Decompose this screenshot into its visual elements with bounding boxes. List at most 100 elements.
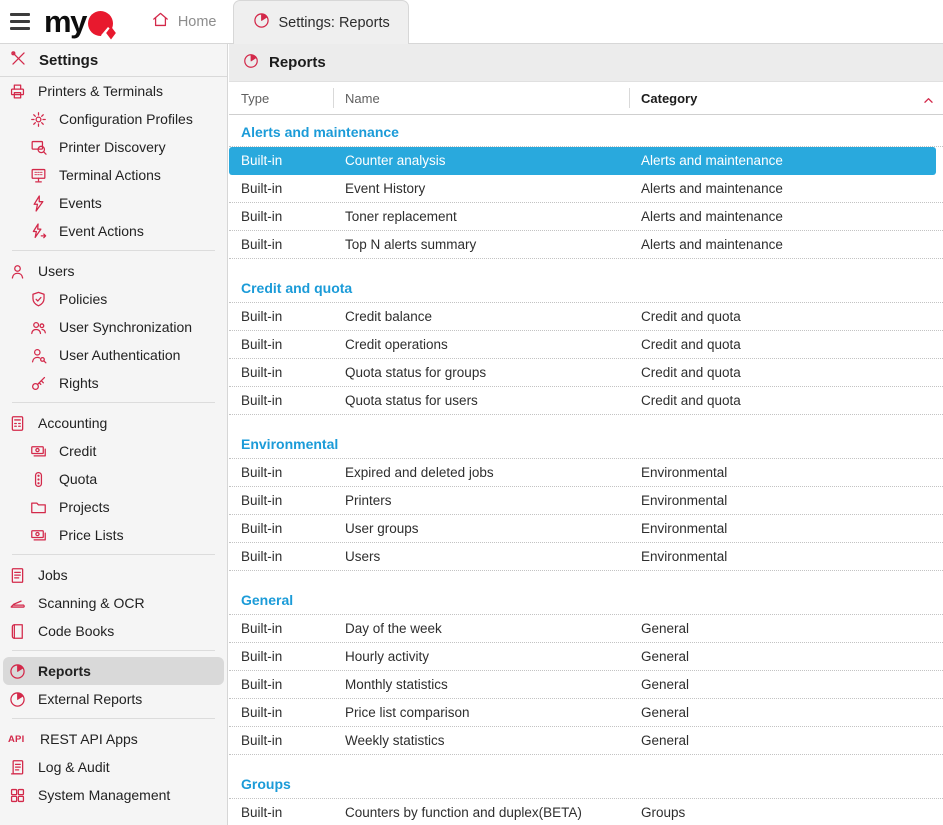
- table-row[interactable]: Built-inMonthly statisticsGeneral: [229, 671, 943, 699]
- sidebar-item-policies[interactable]: Policies: [0, 285, 227, 313]
- sidebar-item-label: Printer Discovery: [59, 139, 166, 155]
- table-row[interactable]: Built-inDay of the weekGeneral: [229, 615, 943, 643]
- column-header-category[interactable]: Category: [629, 82, 943, 114]
- sidebar-item-credit[interactable]: Credit: [0, 437, 227, 465]
- page-title: Reports: [269, 54, 326, 71]
- cell-category: General: [629, 649, 943, 664]
- sidebar-item-configuration-profiles[interactable]: Configuration Profiles: [0, 105, 227, 133]
- sidebar-item-rest-api-apps[interactable]: APIREST API Apps: [0, 725, 227, 753]
- sidebar-divider: [12, 650, 215, 651]
- table-row[interactable]: Built-inCounter analysisAlerts and maint…: [229, 147, 936, 175]
- banknotes-icon: [29, 442, 48, 461]
- sidebar-item-accounting[interactable]: Accounting: [0, 409, 227, 437]
- settings-sidebar: Settings Printers & Terminals Configurati…: [0, 44, 228, 825]
- cell-type: Built-in: [229, 237, 333, 252]
- tab-home[interactable]: Home: [135, 0, 233, 43]
- sidebar-item-terminal-actions[interactable]: Terminal Actions: [0, 161, 227, 189]
- cell-category: Credit and quota: [629, 365, 943, 380]
- report-group-credit-and-quota: Credit and quotaBuilt-inCredit balanceCr…: [229, 271, 943, 415]
- sidebar-item-printer-discovery[interactable]: Printer Discovery: [0, 133, 227, 161]
- cell-type: Built-in: [229, 181, 333, 196]
- sidebar-item-scanning-ocr[interactable]: Scanning & OCR: [0, 589, 227, 617]
- table-row[interactable]: Built-inUsersEnvironmental: [229, 543, 943, 571]
- tab-settings-reports-label: Settings: Reports: [279, 15, 390, 31]
- column-header-type[interactable]: Type: [229, 82, 333, 114]
- table-row[interactable]: Built-inQuota status for usersCredit and…: [229, 387, 943, 415]
- table-row[interactable]: Built-inCounters by function and duplex(…: [229, 799, 943, 825]
- cell-name: Hourly activity: [333, 649, 629, 664]
- group-header: Credit and quota: [229, 271, 943, 303]
- chevron-up-icon: [919, 91, 933, 105]
- api-icon: API: [8, 734, 29, 745]
- user-icon: [8, 262, 27, 281]
- sidebar-item-system-management[interactable]: System Management: [0, 781, 227, 809]
- menu-icon[interactable]: [0, 0, 40, 43]
- table-row[interactable]: Built-inCredit balanceCredit and quota: [229, 303, 943, 331]
- tools-icon: [9, 49, 28, 72]
- column-header-category-label: Category: [641, 91, 697, 106]
- sidebar-item-jobs[interactable]: Jobs: [0, 561, 227, 589]
- page-title-bar: Reports: [229, 44, 943, 82]
- cell-type: Built-in: [229, 309, 333, 324]
- table-row[interactable]: Built-inWeekly statisticsGeneral: [229, 727, 943, 755]
- cell-name: Weekly statistics: [333, 733, 629, 748]
- cell-category: General: [629, 677, 943, 692]
- sidebar-item-quota[interactable]: Quota: [0, 465, 227, 493]
- folder-icon: [29, 498, 48, 517]
- cell-category: Groups: [629, 805, 943, 820]
- report-group-general: GeneralBuilt-inDay of the weekGeneralBui…: [229, 583, 943, 755]
- table-header: Type Name Category: [229, 82, 943, 115]
- sidebar-item-label: Quota: [59, 471, 97, 487]
- cell-category: Credit and quota: [629, 393, 943, 408]
- document-icon: [8, 566, 27, 585]
- sidebar-item-price-lists[interactable]: Price Lists: [0, 521, 227, 549]
- traffic-light-icon: [29, 470, 48, 489]
- sidebar-item-reports[interactable]: Reports: [3, 657, 224, 685]
- sidebar-item-log-audit[interactable]: Log & Audit: [0, 753, 227, 781]
- sidebar-item-rights[interactable]: Rights: [0, 369, 227, 397]
- cell-name: Price list comparison: [333, 705, 629, 720]
- table-row[interactable]: Built-inPrintersEnvironmental: [229, 487, 943, 515]
- table-row[interactable]: Built-inUser groupsEnvironmental: [229, 515, 943, 543]
- table-row[interactable]: Built-inCredit operationsCredit and quot…: [229, 331, 943, 359]
- cell-type: Built-in: [229, 337, 333, 352]
- sidebar-title-label: Settings: [39, 52, 98, 69]
- cell-name: Quota status for users: [333, 393, 629, 408]
- banknotes-icon: [29, 526, 48, 545]
- tab-settings-reports[interactable]: Settings: Reports: [233, 0, 409, 44]
- sidebar-item-events[interactable]: Events: [0, 189, 227, 217]
- table-row[interactable]: Built-inEvent HistoryAlerts and maintena…: [229, 175, 943, 203]
- sidebar-item-printers-terminals[interactable]: Printers & Terminals: [0, 77, 227, 105]
- table-row[interactable]: Built-inExpired and deleted jobsEnvironm…: [229, 459, 943, 487]
- cell-name: Top N alerts summary: [333, 237, 629, 252]
- sidebar-item-projects[interactable]: Projects: [0, 493, 227, 521]
- cell-category: Alerts and maintenance: [629, 181, 943, 196]
- sidebar-item-event-actions[interactable]: Event Actions: [0, 217, 227, 245]
- table-row[interactable]: Built-inTop N alerts summaryAlerts and m…: [229, 231, 943, 259]
- sidebar-item-label: External Reports: [38, 691, 142, 707]
- shield-check-icon: [29, 290, 48, 309]
- sidebar-item-user-authentication[interactable]: User Authentication: [0, 341, 227, 369]
- table-row[interactable]: Built-inQuota status for groupsCredit an…: [229, 359, 943, 387]
- sidebar-item-users[interactable]: Users: [0, 257, 227, 285]
- sidebar-divider: [12, 718, 215, 719]
- sidebar-item-label: Credit: [59, 443, 96, 459]
- sidebar-item-label: Printers & Terminals: [38, 83, 163, 99]
- sidebar-item-code-books[interactable]: Code Books: [0, 617, 227, 645]
- lightning-icon: [29, 194, 48, 213]
- column-header-name[interactable]: Name: [333, 82, 629, 114]
- sidebar-item-external-reports[interactable]: External Reports: [0, 685, 227, 713]
- report-group-groups: GroupsBuilt-inCounters by function and d…: [229, 767, 943, 825]
- report-table-body: Alerts and maintenance Built-inCounter an…: [229, 115, 943, 825]
- cell-category: Alerts and maintenance: [629, 209, 943, 224]
- table-row[interactable]: Built-inPrice list comparisonGeneral: [229, 699, 943, 727]
- sidebar-divider: [12, 250, 215, 251]
- table-row[interactable]: Built-inHourly activityGeneral: [229, 643, 943, 671]
- column-header-type-label: Type: [241, 91, 269, 106]
- sidebar-item-user-synchronization[interactable]: User Synchronization: [0, 313, 227, 341]
- users-icon: [29, 318, 48, 337]
- cell-category: Alerts and maintenance: [629, 237, 943, 252]
- myq-logo[interactable]: my: [44, 0, 113, 43]
- table-row[interactable]: Built-inToner replacementAlerts and main…: [229, 203, 943, 231]
- sidebar-items: Printers & Terminals Configuration Profil…: [0, 77, 227, 809]
